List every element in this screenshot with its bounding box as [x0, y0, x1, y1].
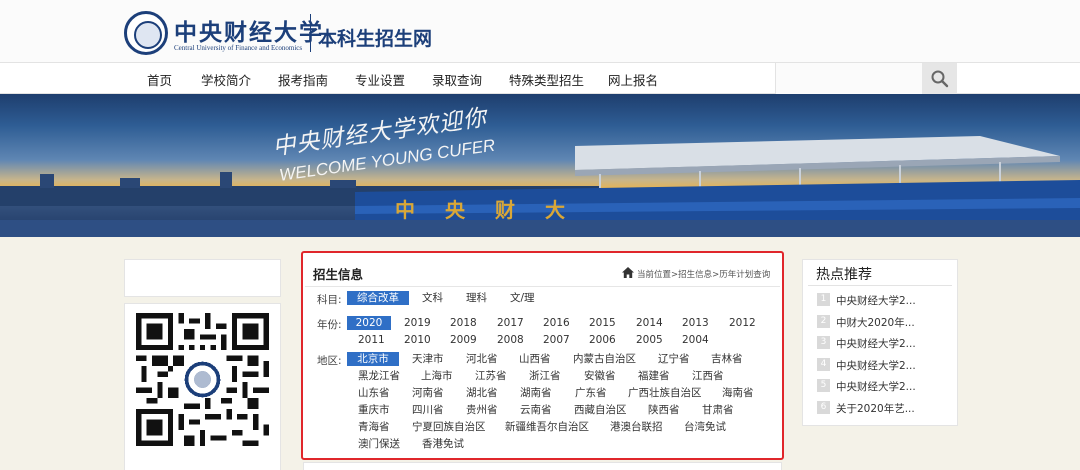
region-option[interactable]: 甘肃省	[702, 403, 734, 417]
subject-option-science[interactable]: 理科	[466, 291, 487, 305]
logo-divider	[310, 14, 311, 52]
region-option[interactable]: 天津市	[412, 352, 444, 366]
hot-item-number: 6	[817, 401, 830, 414]
left-sidebar-box	[124, 259, 281, 297]
hot-item-link[interactable]: 中央财经大学2...	[836, 358, 916, 373]
region-option[interactable]: 河南省	[412, 386, 444, 400]
hot-item-link[interactable]: 关于2020年艺...	[836, 401, 915, 416]
nav-item-special-admission[interactable]: 特殊类型招生	[509, 70, 584, 89]
breadcrumb[interactable]: 当前位置>招生信息>历年计划查询	[637, 268, 770, 280]
hot-item-link[interactable]: 中财大2020年...	[836, 315, 915, 330]
region-option[interactable]: 宁夏回族自治区	[412, 420, 486, 434]
hot-item-link[interactable]: 中央财经大学2...	[836, 379, 916, 394]
panel-lower-box	[303, 462, 782, 470]
region-option[interactable]: 北京市	[347, 352, 399, 366]
year-option-2014[interactable]: 2014	[636, 316, 663, 330]
hot-item-number: 5	[817, 379, 830, 392]
region-option[interactable]: 新疆维吾尔自治区	[505, 420, 589, 434]
year-label: 年份:	[317, 319, 342, 331]
hot-item-link[interactable]: 中央财经大学2...	[836, 293, 916, 308]
region-option[interactable]: 江西省	[692, 369, 724, 383]
region-option[interactable]: 广东省	[575, 386, 607, 400]
region-option[interactable]: 山西省	[519, 352, 551, 366]
site-name[interactable]: 本科生招生网	[318, 24, 432, 51]
university-name-en: Central University of Finance and Econom…	[174, 44, 303, 52]
search-button[interactable]	[922, 63, 957, 94]
year-option-2010[interactable]: 2010	[404, 333, 431, 347]
region-option[interactable]: 四川省	[412, 403, 444, 417]
hot-item-number: 1	[817, 293, 830, 306]
hero-banner: 中央财大	[0, 94, 1080, 237]
year-option-2011[interactable]: 2011	[358, 333, 385, 347]
subject-label: 科目:	[317, 294, 342, 306]
region-option[interactable]: 湖南省	[520, 386, 552, 400]
subject-option-arts-science[interactable]: 文/理	[510, 291, 535, 305]
subject-option-arts[interactable]: 文科	[422, 291, 443, 305]
nav-item-admission-query[interactable]: 录取查询	[432, 70, 482, 89]
region-option[interactable]: 海南省	[722, 386, 754, 400]
region-option[interactable]: 香港免试	[422, 437, 464, 451]
hot-item-number: 2	[817, 315, 830, 328]
region-option[interactable]: 福建省	[638, 369, 670, 383]
year-option-2008[interactable]: 2008	[497, 333, 524, 347]
region-option[interactable]: 内蒙古自治区	[573, 352, 636, 366]
university-name-cn[interactable]: 中央财经大学	[174, 13, 324, 47]
region-option[interactable]: 山东省	[358, 386, 390, 400]
panel-title-divider	[305, 286, 780, 287]
region-label: 地区:	[317, 355, 342, 367]
subject-option-comprehensive[interactable]: 综合改革	[347, 291, 409, 305]
nav-item-home[interactable]: 首页	[147, 70, 172, 89]
stadium-seat-text: 中央财大	[395, 198, 595, 222]
region-option[interactable]: 浙江省	[529, 369, 561, 383]
hot-item-number: 4	[817, 358, 830, 371]
year-option-2020[interactable]: 2020	[347, 316, 391, 330]
search-icon	[931, 70, 949, 88]
region-option[interactable]: 青海省	[358, 420, 390, 434]
region-option[interactable]: 台湾免试	[684, 420, 726, 434]
qr-code	[136, 313, 269, 446]
hot-item-number: 3	[817, 336, 830, 349]
nav-item-guide[interactable]: 报考指南	[278, 70, 328, 89]
panel-title: 招生信息	[313, 267, 364, 282]
year-option-2006[interactable]: 2006	[589, 333, 616, 347]
home-icon	[622, 267, 634, 278]
region-option[interactable]: 黑龙江省	[358, 369, 400, 383]
region-option[interactable]: 陕西省	[648, 403, 680, 417]
region-option[interactable]: 河北省	[466, 352, 498, 366]
university-seal-logo[interactable]	[124, 11, 168, 55]
hot-recommend-title: 热点推荐	[816, 267, 872, 283]
region-option[interactable]: 贵州省	[466, 403, 498, 417]
region-option[interactable]: 重庆市	[358, 403, 390, 417]
year-option-2017[interactable]: 2017	[497, 316, 524, 330]
region-option[interactable]: 上海市	[421, 369, 453, 383]
year-option-2012[interactable]: 2012	[729, 316, 756, 330]
year-option-2018[interactable]: 2018	[450, 316, 477, 330]
nav-item-majors[interactable]: 专业设置	[355, 70, 405, 89]
year-option-2005[interactable]: 2005	[636, 333, 663, 347]
year-option-2004[interactable]: 2004	[682, 333, 709, 347]
nav-item-about[interactable]: 学校简介	[201, 70, 251, 89]
region-option[interactable]: 辽宁省	[658, 352, 690, 366]
year-option-2016[interactable]: 2016	[543, 316, 570, 330]
region-option[interactable]: 澳门保送	[358, 437, 400, 451]
region-option[interactable]: 安徽省	[584, 369, 616, 383]
region-option[interactable]: 湖北省	[466, 386, 498, 400]
region-option[interactable]: 广西壮族自治区	[628, 386, 702, 400]
region-option[interactable]: 港澳台联招	[610, 420, 663, 434]
year-option-2013[interactable]: 2013	[682, 316, 709, 330]
hot-item-link[interactable]: 中央财经大学2...	[836, 336, 916, 351]
region-option[interactable]: 云南省	[520, 403, 552, 417]
year-option-2007[interactable]: 2007	[543, 333, 570, 347]
year-option-2009[interactable]: 2009	[450, 333, 477, 347]
nav-item-online-apply[interactable]: 网上报名	[608, 70, 658, 89]
year-option-2019[interactable]: 2019	[404, 316, 431, 330]
region-option[interactable]: 江苏省	[475, 369, 507, 383]
region-option[interactable]: 西藏自治区	[574, 403, 627, 417]
hot-recommend-divider	[808, 285, 952, 286]
year-option-2015[interactable]: 2015	[589, 316, 616, 330]
region-option[interactable]: 吉林省	[711, 352, 743, 366]
